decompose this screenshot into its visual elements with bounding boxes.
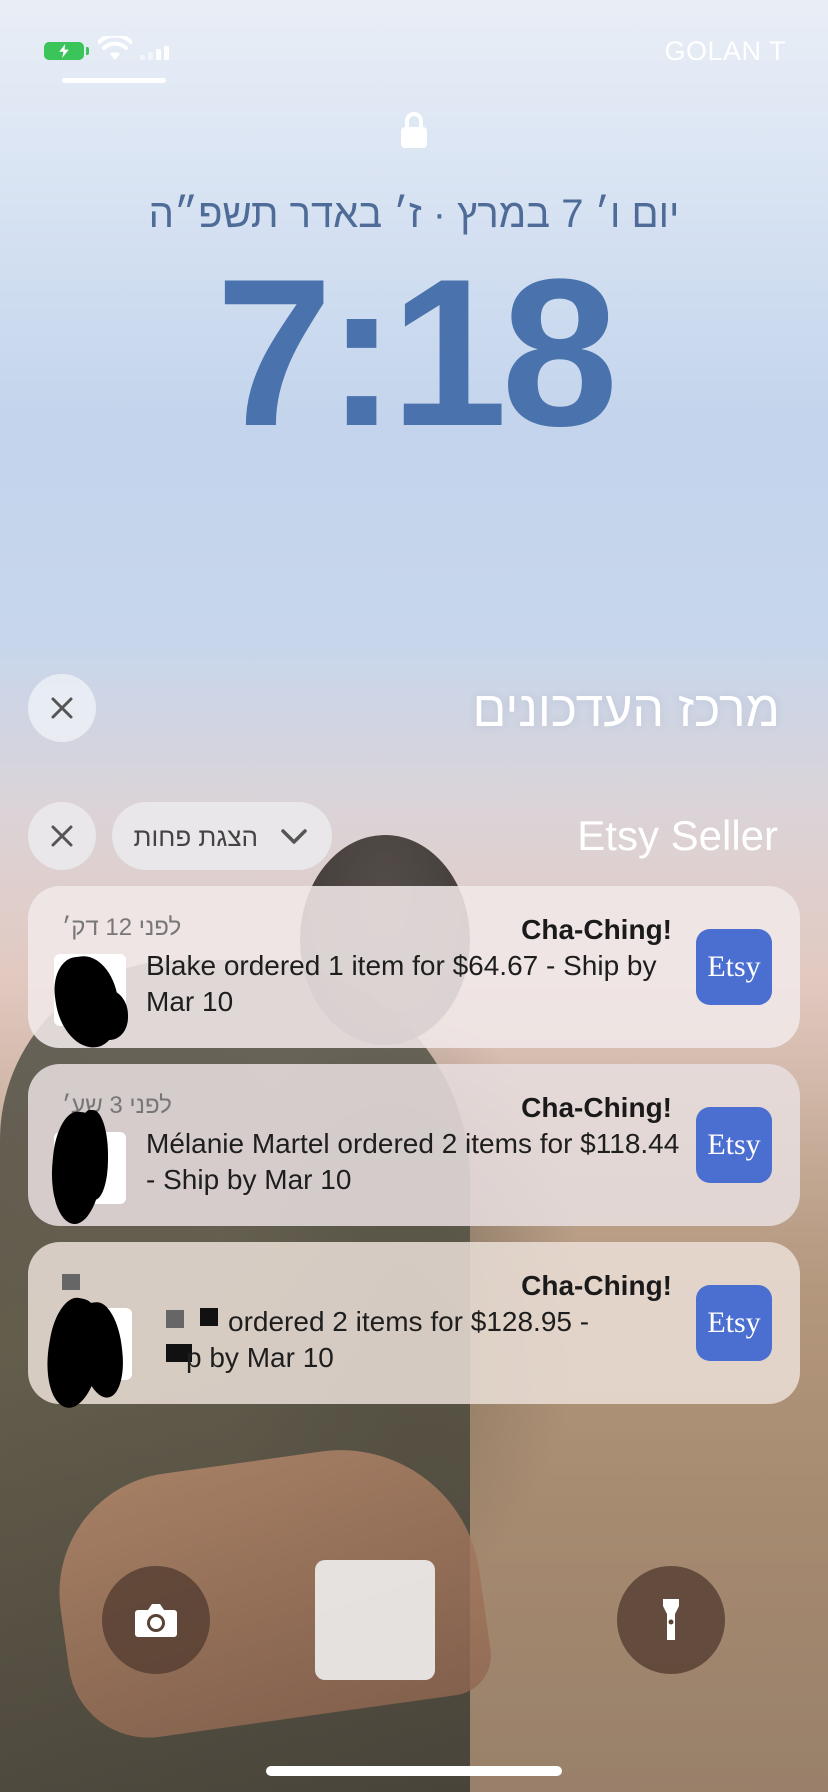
home-indicator[interactable] <box>266 1766 562 1776</box>
notification-title: Cha-Ching! <box>521 1092 672 1123</box>
redaction-mark <box>88 990 128 1040</box>
carrier-name: GOLAN T <box>664 36 786 66</box>
notification-body: ordered 2 items for $128.95 - p by Mar 1… <box>146 1304 692 1376</box>
pixelation-mark <box>62 1274 80 1290</box>
notification-center-title: מרכז העדכונים <box>472 681 780 737</box>
lock-date: יום ו׳ 7 במרץ · ז׳ באדר תשפ״ה <box>148 192 680 236</box>
notification-body: Mélanie Martel ordered 2 items for $118.… <box>146 1128 680 1195</box>
etsy-app-icon: Etsy <box>696 929 772 1005</box>
battery-icon <box>44 42 89 60</box>
camera-icon <box>135 1604 177 1637</box>
notification-title: Cha-Ching! <box>521 914 672 945</box>
notification-body-line: ordered 2 items for $128.95 - <box>228 1306 590 1337</box>
close-icon <box>51 825 73 847</box>
notification-card[interactable]: Etsy Cha-Ching! לפני 3 שע׳ Mélanie Marte… <box>28 1064 800 1227</box>
lock-time: 7:18 <box>215 235 618 470</box>
wifi-icon <box>98 36 132 60</box>
show-less-label: הצגת פחות <box>133 822 258 852</box>
notification-time: לפני 12 דק׳ <box>62 914 182 941</box>
status-bar: GOLAN T <box>0 0 828 90</box>
notification-card[interactable]: Etsy Cha-Ching! לפני 12 דק׳ Blake ordere… <box>28 886 800 1052</box>
lock-icon <box>401 112 427 148</box>
close-icon <box>51 697 73 719</box>
group-clear-button[interactable] <box>28 802 96 870</box>
notification-center-close-button[interactable] <box>28 674 96 742</box>
notification-body-line: p by Mar 10 <box>186 1342 334 1373</box>
wallpaper-shirt <box>315 1560 435 1680</box>
etsy-app-icon: Etsy <box>696 1107 772 1183</box>
camera-button[interactable] <box>102 1566 210 1674</box>
notification-title: Cha-Ching! <box>521 1270 672 1301</box>
show-less-button[interactable]: הצגת פחות <box>112 802 332 870</box>
redaction-mark <box>78 1110 108 1200</box>
flashlight-icon <box>663 1599 679 1640</box>
group-app-name: Etsy Seller <box>577 812 778 859</box>
cellular-signal-icon <box>140 44 169 60</box>
notification-body: Blake ordered 1 item for $64.67 - Ship b… <box>146 950 657 1017</box>
etsy-app-icon: Etsy <box>696 1285 772 1361</box>
focus-indicator <box>62 78 166 83</box>
notification-card[interactable]: Etsy Cha-Ching! ordered 2 items for $128… <box>28 1242 800 1412</box>
chevron-down-icon <box>281 829 307 844</box>
flashlight-button[interactable] <box>617 1566 725 1674</box>
